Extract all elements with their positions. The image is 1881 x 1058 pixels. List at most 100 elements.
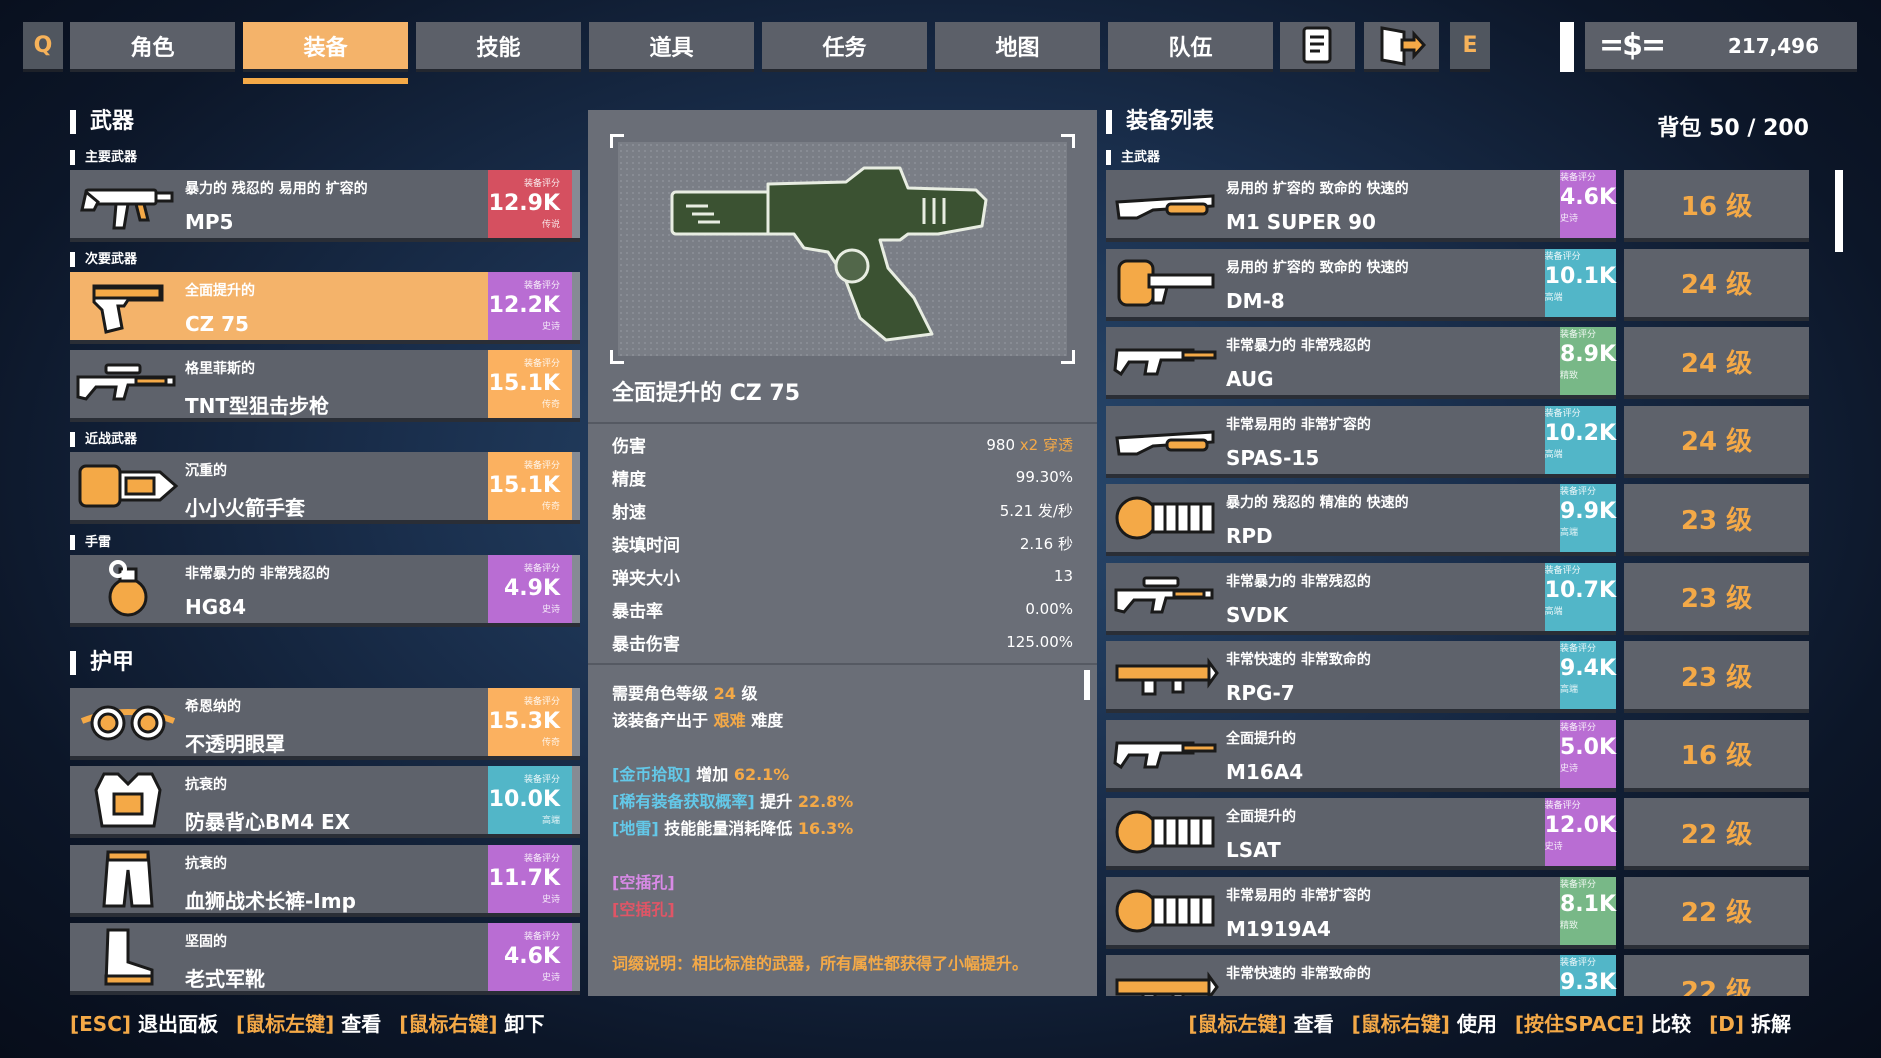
- gear-score-value: 4.6K: [503, 944, 560, 969]
- slot-group-title: 次要武器: [70, 252, 137, 267]
- item-level: 24 级: [1624, 327, 1809, 399]
- inventory-item[interactable]: 非常易用的 非常扩容的 M1919A4 装备评分 8.1K 精致: [1106, 876, 1616, 949]
- item-affixes: 暴力的 残忍的 精准的 快速的: [1226, 495, 1409, 511]
- card-edge: [572, 766, 580, 834]
- gear-score-label: 装备评分: [523, 564, 560, 574]
- item-affixes: 易用的 扩容的 致命的 快速的: [1226, 181, 1409, 197]
- gear-score-label: 装备评分: [523, 932, 560, 942]
- item-info: 坚固的 老式军靴: [185, 923, 488, 991]
- exit-door-button[interactable]: [1364, 22, 1439, 72]
- item-info: 非常易用的 非常扩容的 SPAS-15: [1226, 406, 1545, 474]
- gear-score-label: 装备评分: [1559, 879, 1596, 890]
- rarity-label: 高端: [1544, 292, 1563, 303]
- gear-score-value: 8.1K: [1559, 891, 1616, 917]
- equipped-item[interactable]: 坚固的 老式军靴 装备评分 4.6K 史诗: [70, 923, 580, 995]
- inventory-item[interactable]: 非常暴力的 非常残忍的 AUG 装备评分 8.9K 精致: [1106, 327, 1616, 399]
- money-divider: [1560, 22, 1574, 72]
- hint-key: [鼠标右键]: [399, 1012, 498, 1036]
- inventory-item[interactable]: 非常易用的 非常扩容的 SPAS-15 装备评分 10.2K 高端: [1106, 405, 1616, 478]
- item-name: 老式军靴: [185, 967, 265, 991]
- gear-score: 装备评分 4.9K 史诗: [488, 555, 572, 623]
- inventory-item[interactable]: 全面提升的 LSAT 装备评分 12.0K 史诗: [1106, 798, 1616, 870]
- detail-text: 需要角色等级 24 级 该装备产出于 艰难 难度 [金币拾取] 增加 62.1%…: [612, 680, 1028, 977]
- tab-1[interactable]: 装备: [243, 22, 408, 72]
- gear-score-label: 装备评分: [1559, 487, 1596, 497]
- hint: [鼠标右键] 使用: [1352, 1012, 1497, 1036]
- prev-tab-key[interactable]: Q: [23, 22, 63, 72]
- equipped-item[interactable]: 抗衰的 防暴背心BM4 EX 装备评分 10.0K 高端: [70, 766, 580, 838]
- equipped-item[interactable]: 格里菲斯的 TNT型狙击步枪 装备评分 15.1K 传奇: [70, 350, 580, 422]
- rarity-label: 史诗: [541, 605, 560, 615]
- item-info: 格里菲斯的 TNT型狙击步枪: [185, 350, 488, 418]
- inventory-item[interactable]: 非常暴力的 非常残忍的 SVDK 装备评分 10.7K 高端: [1106, 562, 1616, 635]
- gear-score: 装备评分 15.3K 传奇: [488, 688, 572, 756]
- gear-score-label: 装备评分: [523, 775, 560, 785]
- minigun-icon: [1106, 798, 1226, 866]
- gear-score-label: 装备评分: [523, 281, 560, 291]
- inventory-item[interactable]: 非常快速的 非常致命的 RPG-7 装备评分 9.4K 高端: [1106, 641, 1616, 713]
- item-info: 非常快速的 非常致命的: [1226, 955, 1560, 996]
- gear-score-label: 装备评分: [1559, 722, 1596, 733]
- tab-2[interactable]: 技能: [416, 22, 581, 72]
- inventory-item[interactable]: 全面提升的 M16A4 装备评分 5.0K 史诗: [1106, 719, 1616, 792]
- item-affixes: 全面提升的: [185, 283, 255, 299]
- detail-scrollbar[interactable]: [1084, 670, 1090, 700]
- gear-score: 装备评分 10.1K 高端: [1544, 248, 1616, 317]
- item-affixes: 全面提升的: [1226, 809, 1296, 825]
- gear-score: 装备评分 15.1K 传奇: [488, 452, 572, 520]
- card-edge: [572, 845, 580, 913]
- smg-icon: [70, 170, 185, 238]
- rarity-label: 高端: [1544, 449, 1563, 460]
- rarity-label: 精致: [1559, 920, 1578, 931]
- equipped-item[interactable]: 希恩纳的 不透明眼罩 装备评分 15.3K 传奇: [70, 688, 580, 760]
- rarity-label: 传奇: [541, 738, 560, 748]
- hint: [鼠标左键] 查看: [236, 1012, 381, 1036]
- item-name: SPAS-15: [1226, 445, 1320, 470]
- slot-group-title: 主要武器: [70, 150, 137, 165]
- inventory-scrollbar[interactable]: [1835, 170, 1843, 252]
- affix-line: [地雷] 技能能量消耗降低 16.3%: [612, 815, 1028, 842]
- tab-4[interactable]: 任务: [762, 22, 927, 72]
- gear-score-label: 装备评分: [1544, 801, 1581, 811]
- rifle-icon: [1106, 327, 1226, 395]
- hint-label: 拆解: [1751, 1012, 1791, 1036]
- hint-key: [按住SPACE]: [1514, 1012, 1645, 1036]
- item-name: RPG-7: [1226, 681, 1295, 705]
- inventory-item[interactable]: 易用的 扩容的 致命的 快速的 DM-8 装备评分 10.1K 高端: [1106, 248, 1616, 321]
- card-edge: [572, 272, 580, 340]
- item-info: 非常暴力的 非常残忍的 AUG: [1226, 327, 1560, 395]
- active-tab-underline: [243, 78, 408, 84]
- equipped-item[interactable]: 抗衰的 血狮战术长裤-Imp 装备评分 11.7K 史诗: [70, 845, 580, 917]
- armor-title: 护甲: [70, 651, 134, 675]
- tab-0[interactable]: 角色: [70, 22, 235, 72]
- affix-effect: 增加: [696, 765, 729, 784]
- gear-score: 装备评分 8.1K 精致: [1559, 876, 1616, 945]
- item-affixes: 非常暴力的 非常残忍的: [1226, 338, 1371, 354]
- inventory-item[interactable]: 易用的 扩容的 致命的 快速的 M1 SUPER 90 装备评分 4.6K 史诗: [1106, 170, 1616, 242]
- equipped-item-selected[interactable]: 全面提升的 CZ 75 装备评分 12.2K 史诗: [70, 272, 580, 344]
- equipped-item[interactable]: 沉重的 小小火箭手套 装备评分 15.1K 传奇: [70, 452, 580, 524]
- stat-value: 980 x2 穿透: [986, 434, 1073, 455]
- stat-number: 2.16 秒: [1019, 534, 1073, 553]
- equipped-item[interactable]: 暴力的 残忍的 易用的 扩容的 MP5 装备评分 12.9K 传说: [70, 170, 580, 242]
- gear-score-value: 15.1K: [488, 473, 560, 498]
- rocket-glove-icon: [70, 452, 185, 520]
- item-info: 暴力的 残忍的 易用的 扩容的 MP5: [185, 170, 488, 238]
- item-name: RPD: [1226, 524, 1273, 548]
- rarity-label: 高端: [1559, 528, 1578, 538]
- card-edge: [572, 555, 580, 623]
- rarity-label: 史诗: [541, 973, 560, 983]
- inventory-item[interactable]: 非常快速的 非常致命的装备评分9.3K高端: [1106, 955, 1616, 996]
- next-tab-key[interactable]: E: [1450, 22, 1490, 72]
- stat-row: 精度 99.30%: [612, 461, 1073, 493]
- affix-value: 62.1%: [733, 765, 790, 784]
- tab-6[interactable]: 队伍: [1108, 22, 1273, 72]
- tab-5[interactable]: 地图: [935, 22, 1100, 72]
- quest-log-button[interactable]: [1280, 22, 1355, 72]
- corner-mark: [610, 350, 624, 364]
- gear-score-value: 5.0K: [1559, 734, 1616, 760]
- equipped-item[interactable]: 非常暴力的 非常残忍的 HG84 装备评分 4.9K 史诗: [70, 555, 580, 627]
- inventory-item[interactable]: 暴力的 残忍的 精准的 快速的 RPD 装备评分 9.9K 高端: [1106, 484, 1616, 556]
- goggles-icon: [70, 688, 185, 756]
- tab-3[interactable]: 道具: [589, 22, 754, 72]
